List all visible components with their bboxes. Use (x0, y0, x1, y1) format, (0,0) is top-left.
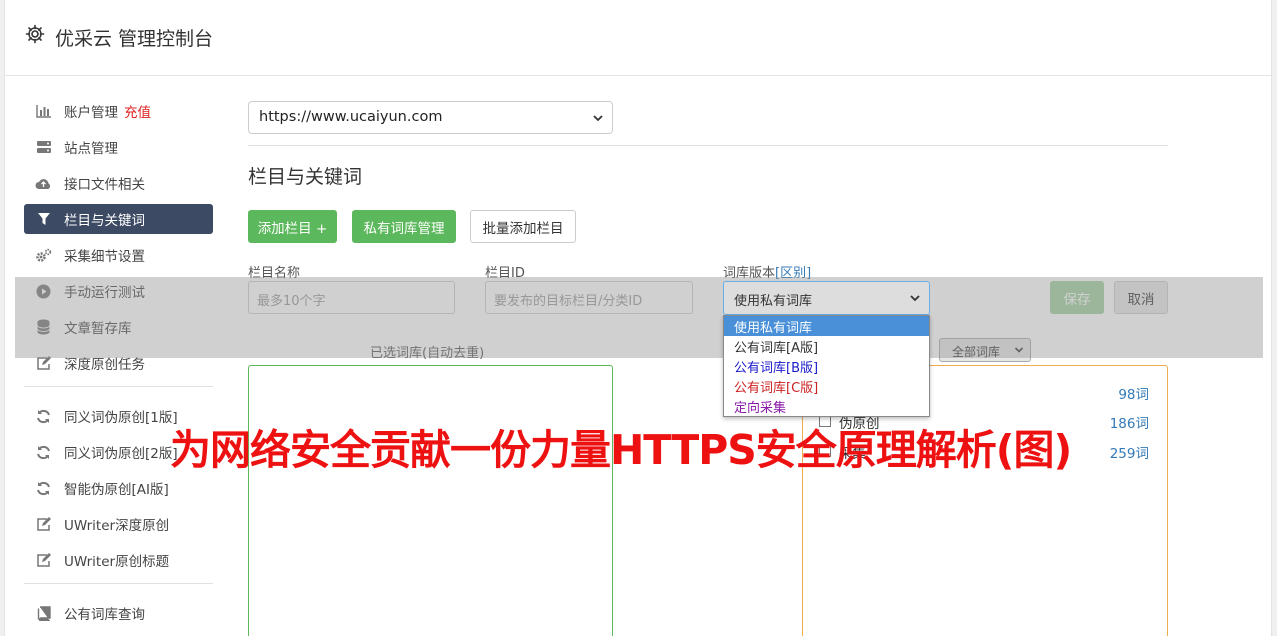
gear-icon (25, 24, 45, 44)
sidebar-item-label: UWriter原创标题 (64, 554, 170, 570)
sidebar-item-label: 站点管理 (64, 141, 118, 157)
book-icon (35, 605, 52, 622)
refresh-icon (35, 408, 52, 425)
sidebar: 账户管理 充值 站点管理 接口文件相关 栏目与关键词 采集细节设置 手动运行测试 (24, 96, 213, 634)
site-select-value: https://www.ucaiyun.com (259, 109, 443, 125)
sidebar-item-label: 栏目与关键词 (64, 213, 145, 229)
selected-libs-box[interactable] (248, 365, 613, 636)
sidebar-divider (24, 583, 213, 584)
watermark-text: 为网络安全贡献一份力量HTTPS安全原理解析(图) (170, 426, 1072, 474)
refresh-icon (35, 480, 52, 497)
cogs-icon (35, 247, 52, 264)
refresh-icon (35, 444, 52, 461)
sidebar-item-interface[interactable]: 接口文件相关 (24, 168, 213, 198)
edit-icon (35, 516, 52, 533)
modal-overlay (15, 277, 1263, 358)
version-option[interactable]: 公有词库[A版] (724, 336, 929, 356)
server-icon (35, 139, 52, 156)
sidebar-item-uwriter-title[interactable]: UWriter原创标题 (24, 545, 213, 575)
private-lib-button[interactable]: 私有词库管理 (352, 210, 456, 243)
sidebar-item-label: 接口文件相关 (64, 177, 145, 193)
sidebar-item-uwriter-deep[interactable]: UWriter深度原创 (24, 509, 213, 539)
lib-count: 98词 (1118, 387, 1149, 403)
sidebar-item-collect-settings[interactable]: 采集细节设置 (24, 240, 213, 270)
filter-icon (35, 211, 52, 228)
edit-icon (35, 552, 52, 569)
chevron-down-icon (593, 115, 603, 122)
page-title: 栏目与关键词 (248, 166, 363, 188)
batch-add-button[interactable]: 批量添加栏目 (470, 210, 576, 243)
sidebar-item-label: UWriter深度原创 (64, 518, 170, 534)
lib-version-dropdown: 使用私有词库 公有词库[A版] 公有词库[B版] 公有词库[C版] 定向采集 (723, 315, 930, 417)
version-option[interactable]: 公有词库[B版] (724, 356, 929, 376)
sidebar-item-columns[interactable]: 栏目与关键词 (24, 204, 213, 234)
divider (248, 145, 1168, 146)
add-column-button[interactable]: 添加栏目 + (248, 210, 337, 243)
lib-count: 259词 (1109, 446, 1149, 462)
recharge-link[interactable]: 充值 (124, 101, 151, 121)
sidebar-divider (24, 386, 213, 387)
app-title: 优采云 管理控制台 (55, 28, 214, 50)
sidebar-item-sites[interactable]: 站点管理 (24, 132, 213, 162)
cloud-upload-icon (35, 175, 52, 192)
sidebar-item-label: 同义词伪原创[1版] (64, 410, 178, 426)
sidebar-item-label: 采集细节设置 (64, 249, 145, 265)
site-select[interactable]: https://www.ucaiyun.com (248, 101, 613, 134)
header: 优采云 管理控制台 (5, 0, 1271, 76)
sidebar-item-label: 公有词库查询 (64, 607, 145, 623)
lib-version-value: 使用私有词库 (734, 294, 813, 309)
sidebar-item-ai-rewrite[interactable]: 智能伪原创[AI版] (24, 473, 213, 503)
version-option[interactable]: 公有词库[C版] (724, 376, 929, 396)
sidebar-item-public-lib[interactable]: 公有词库查询 (24, 598, 213, 628)
version-option[interactable]: 定向采集 (724, 396, 929, 416)
sidebar-item-label: 智能伪原创[AI版] (64, 482, 169, 498)
version-option[interactable]: 使用私有词库 (724, 316, 929, 336)
lib-count: 186词 (1109, 416, 1149, 432)
sidebar-item-label: 账户管理 (64, 105, 118, 121)
bar-chart-icon (35, 103, 52, 120)
chevron-down-icon (910, 295, 920, 302)
lib-version-select[interactable]: 使用私有词库 (723, 281, 930, 315)
sidebar-item-account[interactable]: 账户管理 充值 (24, 96, 213, 126)
sidebar-item-label: 同义词伪原创[2版] (64, 446, 178, 462)
